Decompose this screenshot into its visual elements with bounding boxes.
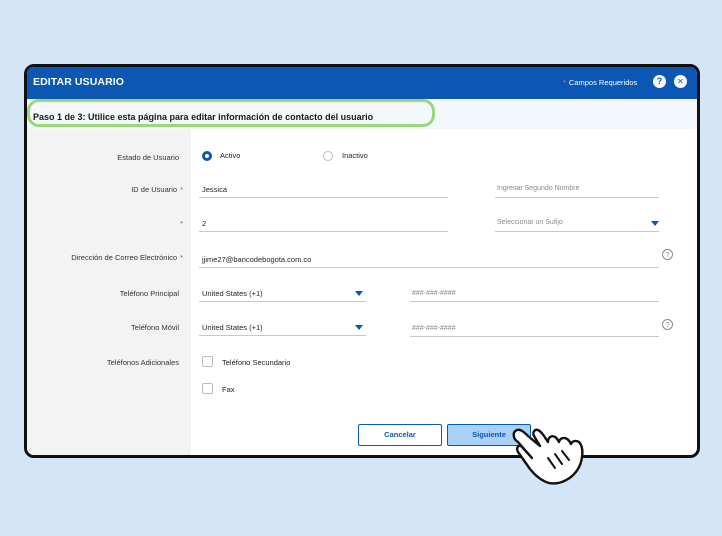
- required-fields-label: Campos Requeridos: [568, 78, 638, 87]
- status-active-label: Activo: [220, 151, 241, 160]
- suffix-chevron-down-icon[interactable]: [651, 221, 659, 226]
- suffix-underline: [495, 231, 659, 232]
- cancel-button[interactable]: Cancelar: [358, 424, 442, 446]
- fax-label: Fax: [222, 385, 235, 394]
- required-star: *: [563, 78, 566, 87]
- pointer-hand-icon: [512, 428, 584, 485]
- mobile-phone-chevron-down-icon[interactable]: [355, 325, 363, 330]
- mobile-phone-label: Teléfono Móvil: [131, 323, 179, 332]
- row3-required-star: *: [180, 219, 183, 228]
- mobile-phone-underline: [410, 336, 659, 337]
- status-inactive-label: Inactivo: [342, 151, 368, 160]
- help-icon[interactable]: ?: [653, 75, 666, 88]
- status-label: Estado de Usuario: [117, 153, 179, 162]
- status-inactive-radio[interactable]: [323, 151, 333, 161]
- row3-underline: [199, 231, 448, 232]
- email-label: Dirección de Correo Electrónico *: [71, 253, 183, 262]
- main-phone-underline: [410, 301, 659, 302]
- edit-user-modal: EDITAR USUARIO * Campos Requeridos ? ✕ Pa…: [24, 64, 700, 458]
- suffix-select[interactable]: Seleccionar un Sufijo: [497, 219, 563, 226]
- email-input[interactable]: jjime27@bancodebogota.com.co: [202, 255, 311, 264]
- fax-checkbox[interactable]: [202, 383, 213, 394]
- row3-label: *: [177, 219, 183, 228]
- main-phone-input[interactable]: ###-###-####: [412, 290, 456, 297]
- mobile-phone-country-underline: [199, 335, 366, 336]
- close-icon[interactable]: ✕: [674, 75, 687, 88]
- user-id-label: ID de Usuario *: [131, 185, 183, 194]
- step-bar: Paso 1 de 3: Utilice esta página para ed…: [27, 99, 697, 129]
- user-id-input[interactable]: Jessica: [202, 185, 227, 194]
- user-id-underline: [199, 197, 448, 198]
- mobile-phone-country-select[interactable]: United States (+1): [202, 323, 263, 332]
- second-name-input[interactable]: Ingresar Segundo Nombre: [497, 185, 580, 192]
- email-underline: [199, 267, 659, 268]
- main-phone-label: Teléfono Principal: [119, 289, 179, 298]
- additional-phones-label: Teléfonos Adicionales: [106, 358, 179, 367]
- modal-header: EDITAR USUARIO * Campos Requeridos ? ✕: [27, 67, 697, 99]
- mobile-phone-input[interactable]: ###-###-####: [412, 325, 456, 332]
- email-label-text: Dirección de Correo Electrónico: [71, 253, 178, 262]
- step-instructions: Paso 1 de 3: Utilice esta página para ed…: [33, 112, 374, 122]
- secondary-phone-checkbox[interactable]: [202, 356, 213, 367]
- required-fields-note: * Campos Requeridos: [563, 78, 637, 87]
- second-name-underline: [495, 197, 659, 198]
- main-phone-chevron-down-icon[interactable]: [355, 291, 363, 296]
- secondary-phone-label: Teléfono Secundario: [222, 358, 291, 367]
- mobile-phone-help-icon[interactable]: ?: [662, 319, 673, 330]
- email-help-icon[interactable]: ?: [662, 249, 673, 260]
- row3-input[interactable]: 2: [202, 219, 206, 228]
- status-active-radio[interactable]: [202, 151, 212, 161]
- main-phone-country-underline: [199, 301, 366, 302]
- email-required-star: *: [180, 253, 183, 262]
- user-id-required-star: *: [180, 185, 183, 194]
- modal-title: EDITAR USUARIO: [33, 76, 125, 88]
- main-phone-country-select[interactable]: United States (+1): [202, 289, 263, 298]
- user-id-label-text: ID de Usuario: [131, 185, 178, 194]
